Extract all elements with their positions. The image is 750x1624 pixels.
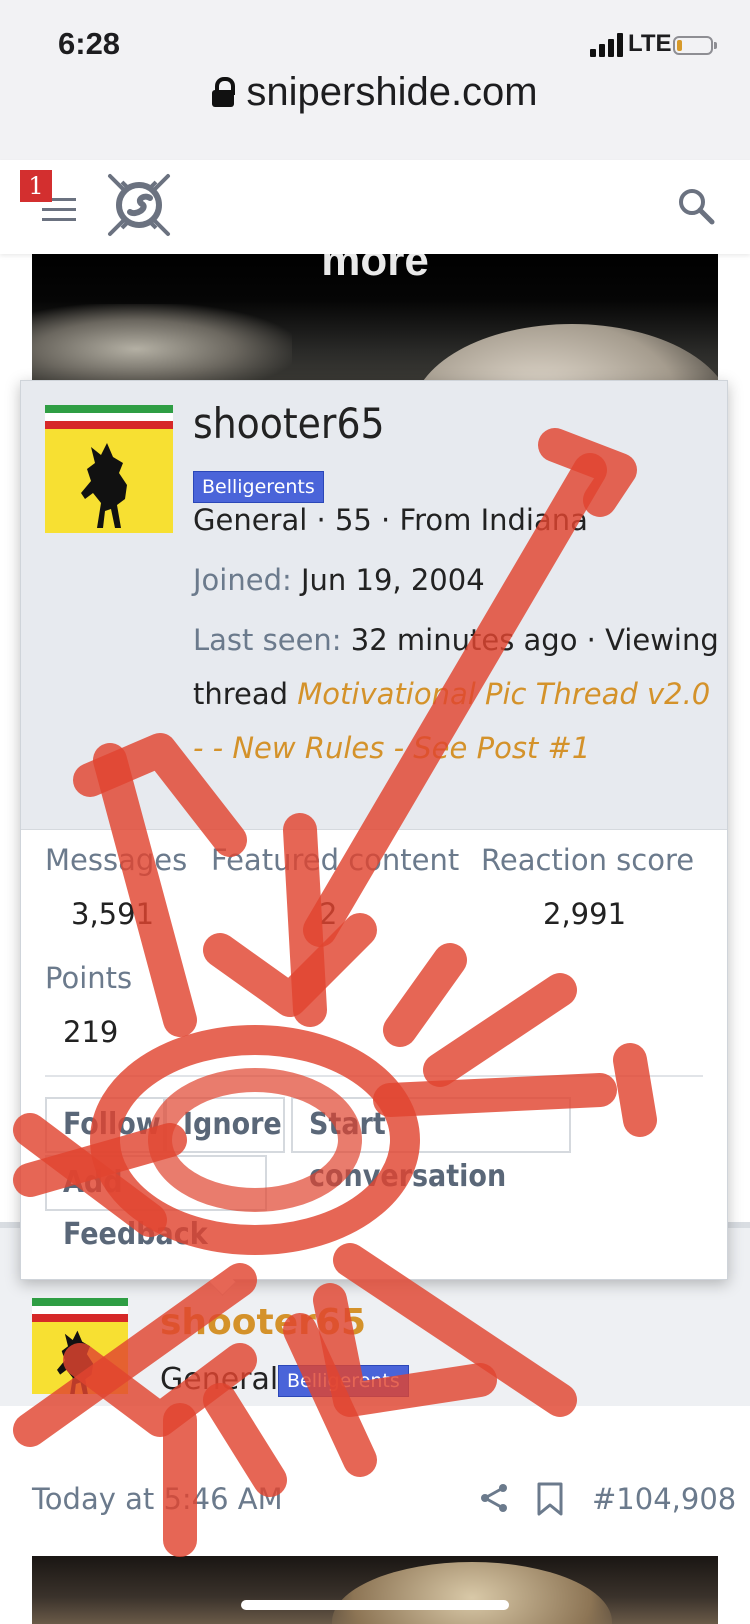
post-image <box>32 1556 718 1624</box>
member-info-line: General · 55 · From Indiana <box>193 503 588 537</box>
last-seen-label: Last seen: <box>193 623 342 657</box>
browser-chrome: 6:28 LTE snipershide.com <box>0 0 750 162</box>
points-label: Points <box>45 961 133 995</box>
joined-value: Jun 19, 2004 <box>300 563 485 597</box>
lock-icon <box>212 77 236 107</box>
home-indicator[interactable] <box>241 1600 509 1610</box>
notification-badge[interactable]: 1 <box>20 170 52 202</box>
member-last-seen: Last seen: 32 minutes ago · Viewing <box>193 623 719 657</box>
messages-value[interactable]: 3,591 <box>71 897 154 931</box>
prancing-horse-icon <box>81 443 127 528</box>
image-caption: more <box>321 254 429 285</box>
featured-label: Featured content <box>211 843 460 877</box>
member-avatar[interactable] <box>45 405 173 533</box>
snipershide-logo-icon[interactable] <box>106 172 172 238</box>
battery-icon <box>673 36 717 55</box>
reaction-label: Reaction score <box>481 843 695 877</box>
member-joined: Joined: Jun 19, 2004 <box>193 563 485 597</box>
thread-link-line2[interactable]: - - New Rules - See Post #1 <box>193 731 590 765</box>
member-viewing-thread: thread Motivational Pic Thread v2.0 <box>193 677 710 711</box>
reaction-value[interactable]: 2,991 <box>543 897 626 931</box>
thread-link-line1[interactable]: Motivational Pic Thread v2.0 <box>297 677 710 711</box>
prancing-horse-icon <box>57 1330 94 1394</box>
member-username[interactable]: shooter65 <box>193 399 385 448</box>
member-tooltip-header: shooter65 Belligerents General · 55 · Fr… <box>21 381 727 830</box>
status-time: 6:28 <box>58 26 121 61</box>
start-conversation-button[interactable]: Start conversation <box>291 1097 571 1194</box>
post-group-badge: Belligerents <box>278 1365 409 1397</box>
post-username[interactable]: shooter65 <box>160 1302 366 1343</box>
site-header: 1 <box>0 160 750 254</box>
network-type: LTE <box>628 30 672 57</box>
ignore-button[interactable]: Ignore <box>165 1097 285 1153</box>
member-tooltip-card: shooter65 Belligerents General · 55 · Fr… <box>20 380 728 1296</box>
embedded-image: more <box>32 254 718 384</box>
bookmark-icon[interactable] <box>536 1482 564 1516</box>
post-user-title: General <box>160 1362 279 1397</box>
cellular-signal-icon <box>590 33 630 57</box>
post-timestamp[interactable]: Today at 5:46 AM <box>32 1482 283 1516</box>
member-group-badge: Belligerents <box>193 471 324 503</box>
thread-prefix: thread <box>193 677 289 711</box>
follow-button[interactable]: Follow <box>45 1097 165 1153</box>
share-icon[interactable] <box>478 1482 510 1514</box>
featured-value[interactable]: 2 <box>319 897 337 931</box>
messages-label: Messages <box>45 843 188 877</box>
search-icon[interactable] <box>676 186 716 226</box>
post-avatar[interactable] <box>32 1298 128 1394</box>
add-feedback-button[interactable]: Add Feedback <box>45 1155 267 1252</box>
stats-divider <box>45 1075 703 1077</box>
last-seen-value: 32 minutes ago · Viewing <box>350 623 719 657</box>
post-number-link[interactable]: #104,908 <box>592 1482 736 1516</box>
points-value[interactable]: 219 <box>63 1015 118 1049</box>
url-text: snipershide.com <box>246 70 538 114</box>
url-bar[interactable]: snipershide.com <box>0 70 750 115</box>
joined-label: Joined: <box>193 563 292 597</box>
